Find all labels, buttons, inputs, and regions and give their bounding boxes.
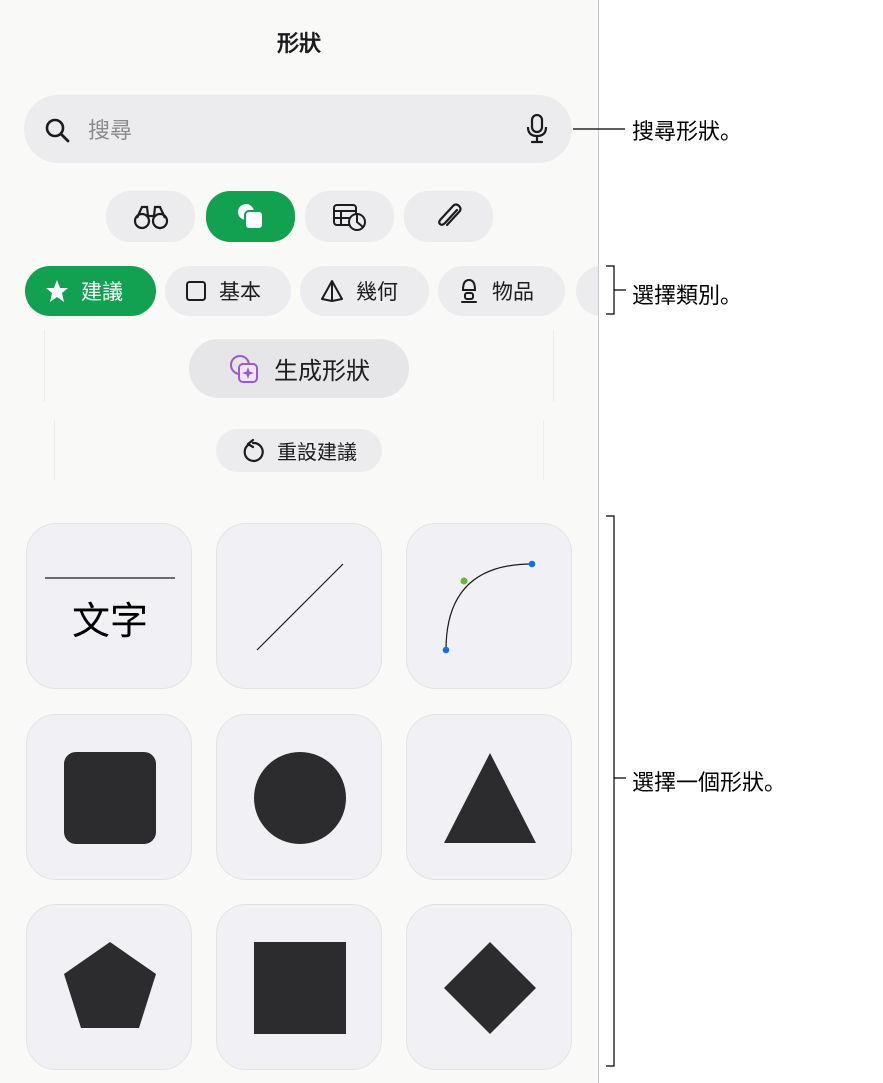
lamp-icon bbox=[461, 278, 477, 303]
category-label: 建議 bbox=[81, 280, 123, 304]
category-basic[interactable]: 基本 bbox=[165, 266, 291, 316]
triangle-shape bbox=[444, 753, 536, 843]
shapes-icon bbox=[235, 201, 264, 230]
search-placeholder: 搜尋 bbox=[88, 119, 133, 144]
curve-handle bbox=[442, 646, 450, 654]
divider bbox=[54, 420, 55, 480]
callout-line-search bbox=[573, 128, 625, 130]
category-label: 基本 bbox=[219, 280, 261, 304]
circle-shape bbox=[254, 752, 346, 844]
table-chart-icon bbox=[332, 203, 366, 231]
callout-bracket-shape bbox=[606, 515, 626, 1067]
tab-binoculars[interactable] bbox=[106, 191, 195, 242]
tab-attachment[interactable] bbox=[404, 191, 493, 242]
diamond-shape bbox=[444, 942, 536, 1034]
search-field[interactable]: 搜尋 bbox=[24, 95, 572, 163]
curve-control-point bbox=[460, 577, 468, 585]
callout-category: 選擇類別。 bbox=[632, 284, 743, 309]
shape-tile-circle[interactable] bbox=[216, 714, 382, 880]
binoculars-icon bbox=[133, 205, 168, 229]
category-more[interactable] bbox=[576, 266, 598, 316]
category-suggested[interactable]: 建議 bbox=[25, 266, 156, 316]
shapes-panel: 形狀 搜尋 建議 基本 幾何 物品 生成形狀 重設建議 文字 bbox=[0, 0, 599, 1083]
shape-tile-text[interactable]: 文字 bbox=[26, 523, 192, 689]
category-label: 物品 bbox=[492, 280, 534, 304]
shape-tile-rounded-square[interactable] bbox=[26, 714, 192, 880]
square-icon bbox=[186, 281, 206, 301]
square-shape bbox=[254, 942, 346, 1034]
shape-tile-curve[interactable] bbox=[406, 523, 572, 689]
shape-tile-diamond[interactable] bbox=[406, 904, 572, 1070]
star-icon bbox=[46, 280, 68, 302]
shape-tile-pentagon[interactable] bbox=[26, 904, 192, 1070]
pyramid-icon bbox=[321, 280, 343, 302]
reset-suggestions-button[interactable]: 重設建議 bbox=[216, 429, 382, 472]
divider bbox=[543, 420, 544, 480]
category-geometry[interactable]: 幾何 bbox=[300, 266, 429, 316]
callout-bracket-category bbox=[606, 265, 626, 315]
category-label: 幾何 bbox=[356, 280, 398, 304]
tab-table-chart[interactable] bbox=[305, 191, 394, 242]
callout-shape: 選擇一個形狀。 bbox=[632, 771, 787, 796]
category-objects[interactable]: 物品 bbox=[438, 266, 565, 316]
paperclip-icon bbox=[437, 202, 462, 226]
panel-title: 形狀 bbox=[276, 32, 321, 57]
rounded-square-shape bbox=[64, 752, 156, 844]
microphone-icon[interactable] bbox=[526, 114, 548, 144]
callout-search: 搜尋形狀。 bbox=[632, 120, 743, 145]
shape-tile-line[interactable] bbox=[216, 523, 382, 689]
reset-arrow-icon bbox=[243, 438, 264, 462]
pentagon-shape bbox=[64, 942, 156, 1028]
tab-shapes[interactable] bbox=[206, 191, 295, 242]
shape-tile-square[interactable] bbox=[216, 904, 382, 1070]
line-shape bbox=[256, 563, 344, 651]
text-shape-label: 文字 bbox=[71, 599, 148, 643]
reset-label: 重設建議 bbox=[277, 440, 357, 464]
shape-tile-triangle[interactable] bbox=[406, 714, 572, 880]
curve-handle bbox=[528, 560, 536, 568]
magnifying-glass-icon bbox=[45, 118, 70, 143]
divider bbox=[553, 330, 554, 402]
generate-shape-button[interactable]: 生成形狀 bbox=[189, 339, 409, 398]
curve-shape bbox=[442, 560, 536, 654]
generate-shape-icon bbox=[230, 354, 258, 383]
divider bbox=[44, 330, 45, 402]
generate-shape-label: 生成形狀 bbox=[274, 357, 370, 385]
